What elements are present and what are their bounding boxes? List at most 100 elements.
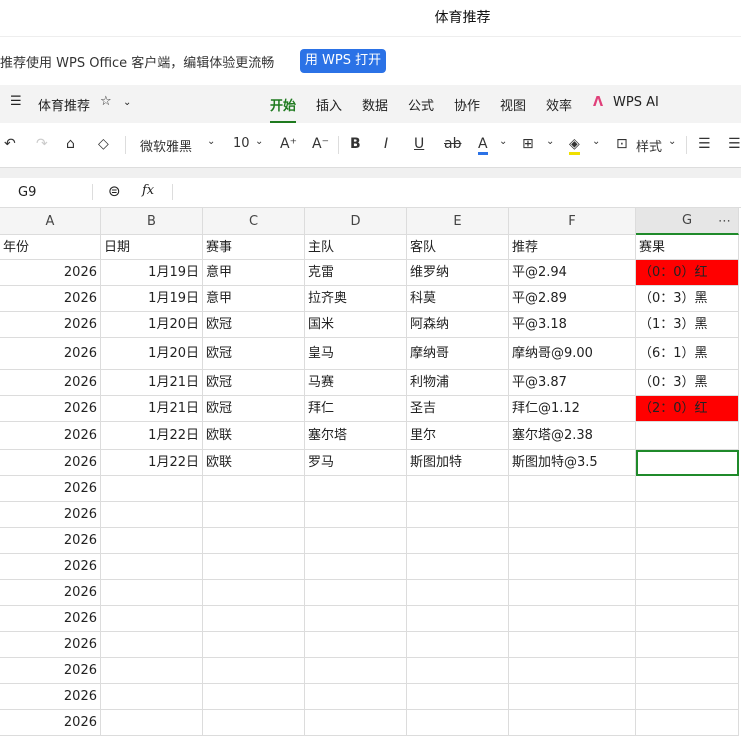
menu-icon[interactable]: ☰ xyxy=(10,94,22,109)
table-cell[interactable] xyxy=(203,554,305,580)
table-cell[interactable] xyxy=(305,684,407,710)
table-cell[interactable]: 2026 xyxy=(0,606,101,632)
header-cell[interactable]: 年份 xyxy=(0,235,101,260)
chevron-down-icon[interactable]: ⌄ xyxy=(499,136,507,147)
table-cell[interactable] xyxy=(101,606,203,632)
table-cell[interactable] xyxy=(636,632,739,658)
font-select[interactable]: 微软雅黑 xyxy=(140,136,192,155)
tab-insert[interactable]: 插入 xyxy=(316,95,342,114)
table-cell[interactable]: 科莫 xyxy=(407,286,509,312)
tab-start[interactable]: 开始 xyxy=(270,95,297,123)
table-cell[interactable] xyxy=(636,450,739,476)
table-cell[interactable] xyxy=(305,606,407,632)
table-cell[interactable]: 意甲 xyxy=(203,286,305,312)
table-cell[interactable]: 1月21日 xyxy=(101,396,203,422)
table-cell[interactable] xyxy=(636,422,739,450)
table-cell[interactable]: 2026 xyxy=(0,684,101,710)
table-cell[interactable] xyxy=(636,502,739,528)
table-cell[interactable] xyxy=(407,528,509,554)
chevron-down-icon[interactable]: ⌄ xyxy=(255,136,263,147)
table-cell[interactable]: 平@3.18 xyxy=(509,312,636,338)
table-cell[interactable] xyxy=(407,554,509,580)
table-cell[interactable] xyxy=(101,528,203,554)
table-cell[interactable]: 2026 xyxy=(0,422,101,450)
italic-icon[interactable]: I xyxy=(384,136,388,152)
column-header-e[interactable]: E xyxy=(407,208,509,235)
table-cell[interactable] xyxy=(509,710,636,736)
header-cell[interactable]: 主队 xyxy=(305,235,407,260)
table-cell[interactable] xyxy=(203,528,305,554)
table-cell[interactable] xyxy=(101,554,203,580)
table-cell[interactable]: 1月21日 xyxy=(101,370,203,396)
table-cell[interactable] xyxy=(509,606,636,632)
table-cell[interactable]: 拜仁 xyxy=(305,396,407,422)
undo-icon[interactable]: ↶ xyxy=(4,136,16,152)
tab-data[interactable]: 数据 xyxy=(362,95,388,114)
column-header-f[interactable]: F xyxy=(509,208,636,235)
table-cell[interactable] xyxy=(203,580,305,606)
underline-icon[interactable]: U xyxy=(414,136,424,152)
table-cell[interactable]: 欧冠 xyxy=(203,338,305,370)
chevron-down-icon[interactable]: ⌄ xyxy=(592,136,600,147)
font-color-icon[interactable]: A xyxy=(478,136,488,155)
table-cell[interactable]: 欧冠 xyxy=(203,370,305,396)
table-cell[interactable]: 圣吉 xyxy=(407,396,509,422)
table-cell[interactable]: 2026 xyxy=(0,710,101,736)
table-cell[interactable]: 欧冠 xyxy=(203,312,305,338)
chevron-down-icon[interactable]: ⌄ xyxy=(123,97,131,108)
table-cell[interactable] xyxy=(636,476,739,502)
table-cell[interactable]: （0：0）红 xyxy=(636,260,739,286)
table-cell[interactable] xyxy=(636,606,739,632)
tab-wps-ai[interactable]: WPS AI xyxy=(613,95,659,110)
table-cell[interactable] xyxy=(101,632,203,658)
table-cell[interactable]: 平@2.89 xyxy=(509,286,636,312)
chevron-down-icon[interactable]: ⌄ xyxy=(207,136,215,147)
table-cell[interactable]: 2026 xyxy=(0,502,101,528)
table-cell[interactable]: 1月22日 xyxy=(101,422,203,450)
table-cell[interactable] xyxy=(305,554,407,580)
table-cell[interactable]: 2026 xyxy=(0,476,101,502)
table-cell[interactable]: 马赛 xyxy=(305,370,407,396)
name-box[interactable]: G9 xyxy=(18,185,36,200)
table-cell[interactable] xyxy=(203,684,305,710)
table-cell[interactable]: 国米 xyxy=(305,312,407,338)
table-cell[interactable]: 1月20日 xyxy=(101,312,203,338)
table-cell[interactable]: 1月20日 xyxy=(101,338,203,370)
strikethrough-icon[interactable]: ab xyxy=(444,136,461,152)
bold-icon[interactable]: B xyxy=(350,136,361,152)
table-cell[interactable]: 2026 xyxy=(0,260,101,286)
table-cell[interactable] xyxy=(203,476,305,502)
table-cell[interactable] xyxy=(636,554,739,580)
table-cell[interactable]: 2026 xyxy=(0,396,101,422)
more-icon[interactable]: ⋯ xyxy=(718,214,731,229)
table-cell[interactable]: 欧联 xyxy=(203,450,305,476)
align-center-icon[interactable]: ☰ xyxy=(728,136,741,152)
table-cell[interactable] xyxy=(305,632,407,658)
decrease-font-icon[interactable]: A⁻ xyxy=(312,136,329,152)
tab-efficiency[interactable]: 效率 xyxy=(546,95,572,114)
header-cell[interactable]: 推荐 xyxy=(509,235,636,260)
table-cell[interactable] xyxy=(203,632,305,658)
table-cell[interactable] xyxy=(203,606,305,632)
doc-name[interactable]: 体育推荐 xyxy=(38,95,90,114)
table-cell[interactable] xyxy=(203,710,305,736)
table-cell[interactable]: 2026 xyxy=(0,312,101,338)
star-icon[interactable]: ☆ xyxy=(100,94,112,109)
fx-icon[interactable]: fx xyxy=(142,183,154,198)
table-cell[interactable]: 意甲 xyxy=(203,260,305,286)
table-cell[interactable] xyxy=(101,710,203,736)
table-cell[interactable]: 2026 xyxy=(0,450,101,476)
table-cell[interactable]: 2026 xyxy=(0,658,101,684)
table-cell[interactable]: 2026 xyxy=(0,632,101,658)
style-icon[interactable]: ⊡ xyxy=(616,136,628,152)
tab-formula[interactable]: 公式 xyxy=(408,95,434,114)
table-cell[interactable] xyxy=(407,632,509,658)
table-cell[interactable] xyxy=(407,476,509,502)
table-cell[interactable]: 斯图加特 xyxy=(407,450,509,476)
table-cell[interactable]: 拉齐奥 xyxy=(305,286,407,312)
table-cell[interactable] xyxy=(305,710,407,736)
table-cell[interactable] xyxy=(509,658,636,684)
increase-font-icon[interactable]: A⁺ xyxy=(280,136,297,152)
table-cell[interactable]: 2026 xyxy=(0,554,101,580)
table-cell[interactable] xyxy=(305,476,407,502)
